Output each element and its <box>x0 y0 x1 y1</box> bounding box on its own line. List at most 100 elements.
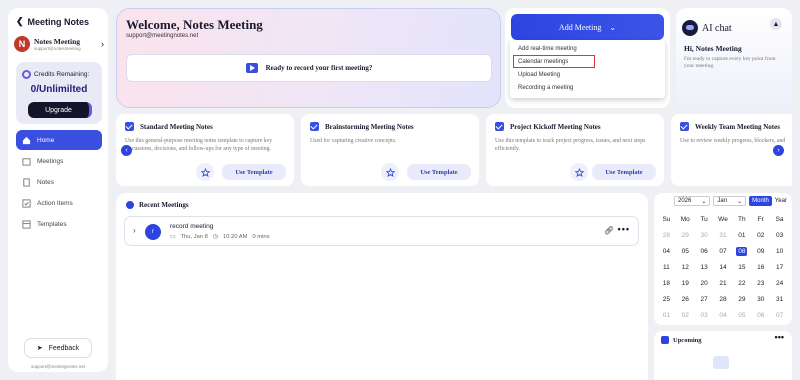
calendar-day[interactable]: 30 <box>695 228 714 242</box>
back-arrow-icon[interactable]: ❮ <box>16 16 24 27</box>
meeting-row[interactable]: › r record meeting ▭ Thu, Jan 8 ◷ 10:20 … <box>124 216 639 246</box>
use-template-button[interactable]: Use Template <box>222 164 286 180</box>
sidebar-nav: Home Meetings Notes Action Items Templat… <box>16 130 102 235</box>
user-email: support@notesmeeting <box>34 46 81 51</box>
calendar-day[interactable]: 04 <box>714 308 733 322</box>
sidebar-item-label: Meetings <box>37 157 64 165</box>
user-profile[interactable]: N Notes Meeting support@notesmeeting › <box>14 36 104 52</box>
year-view-button[interactable]: Year <box>772 196 790 206</box>
calendar-day[interactable]: 18 <box>657 276 676 290</box>
calendar-day[interactable]: 23 <box>751 276 770 290</box>
calendar-day[interactable]: 15 <box>732 260 751 274</box>
calendar-day[interactable]: 01 <box>657 308 676 322</box>
calendar-day[interactable]: 17 <box>770 260 789 274</box>
day-number: 19 <box>681 279 689 287</box>
ai-chat-title: AI chat <box>702 22 732 34</box>
star-icon[interactable] <box>196 163 214 181</box>
more-options-icon[interactable]: ••• <box>775 332 784 342</box>
more-options-icon[interactable]: ••• <box>618 224 630 234</box>
meeting-time: 10:20 AM <box>222 234 248 240</box>
link-icon[interactable]: 🔗︎ <box>604 226 614 235</box>
template-title: Brainstorming Meeting Notes <box>325 122 414 131</box>
use-template-button[interactable]: Use Template <box>407 164 471 180</box>
year-select[interactable]: 2026 ⌄ <box>674 196 711 206</box>
day-number: 03 <box>775 231 784 239</box>
calendar-day[interactable]: 09 <box>751 244 770 258</box>
day-number: 05 <box>681 247 689 255</box>
calendar-day[interactable]: 20 <box>695 276 714 290</box>
month-view-button[interactable]: Month <box>749 196 772 206</box>
upgrade-button[interactable]: Upgrade <box>28 102 92 118</box>
day-number: 15 <box>738 263 746 271</box>
add-meeting-button[interactable]: Add Meeting ⌄ <box>511 14 664 40</box>
template-title: Standard Meeting Notes <box>140 122 213 131</box>
chevron-down-icon: ⌄ <box>701 198 707 205</box>
sidebar-item-notes[interactable]: Notes <box>16 172 102 192</box>
calendar-day[interactable]: 28 <box>657 228 676 242</box>
welcome-banner: Welcome, Notes Meeting support@meetingno… <box>116 8 501 108</box>
calendar-day[interactable]: 03 <box>695 308 714 322</box>
calendar-day[interactable]: 03 <box>770 228 789 242</box>
star-icon[interactable] <box>570 163 588 181</box>
collapse-icon[interactable]: ▲ <box>770 18 782 30</box>
sidebar-item-label: Notes <box>37 178 54 186</box>
template-card: Standard Meeting Notes Use this general-… <box>116 114 294 186</box>
calendar-day[interactable]: 07 <box>770 308 789 322</box>
carousel-next-button[interactable]: › <box>773 145 784 156</box>
sidebar-item-home[interactable]: Home <box>16 130 102 150</box>
record-first-meeting-button[interactable]: Ready to record your first meeting? <box>126 54 492 82</box>
calendar-day[interactable]: 29 <box>676 228 695 242</box>
sidebar-item-meetings[interactable]: Meetings <box>16 151 102 171</box>
menu-item-add-real-time[interactable]: Add real-time meeting <box>510 42 665 55</box>
calendar-day[interactable]: 24 <box>770 276 789 290</box>
calendar-day-today[interactable]: 08 <box>732 244 751 258</box>
calendar-day[interactable]: 16 <box>751 260 770 274</box>
month-value: Jan <box>717 198 728 204</box>
calendar-day[interactable]: 07 <box>714 244 733 258</box>
calendar-day[interactable]: 31 <box>714 228 733 242</box>
calendar-day[interactable]: 13 <box>695 260 714 274</box>
calendar-day[interactable]: 11 <box>657 260 676 274</box>
calendar-day[interactable]: 26 <box>676 292 695 306</box>
feedback-button[interactable]: ➤ Feedback <box>24 338 92 358</box>
calendar-day[interactable]: 10 <box>770 244 789 258</box>
calendar-day[interactable]: 05 <box>676 244 695 258</box>
day-number: 06 <box>757 311 765 319</box>
calendar-day[interactable]: 21 <box>714 276 733 290</box>
template-desc: Use this general-purpose meeting notes t… <box>125 138 273 152</box>
menu-item-calendar-meetings[interactable]: Calendar meetings <box>513 55 595 68</box>
calendar-day[interactable]: 25 <box>657 292 676 306</box>
calendar-day[interactable]: 02 <box>751 228 770 242</box>
day-number: 06 <box>700 247 708 255</box>
calendar-day[interactable]: 01 <box>732 228 751 242</box>
weekday-header: Tu <box>700 215 708 223</box>
sidebar-item-action-items[interactable]: Action Items <box>16 193 102 213</box>
calendar-day[interactable]: 22 <box>732 276 751 290</box>
calendar-day[interactable]: 05 <box>732 308 751 322</box>
calendar-day[interactable]: 27 <box>695 292 714 306</box>
menu-item-recording[interactable]: Recording a meeting <box>510 81 665 94</box>
month-select[interactable]: Jan ⌄ <box>713 196 747 206</box>
home-icon <box>22 136 31 144</box>
calendar-day[interactable]: 31 <box>770 292 789 306</box>
calendar-day[interactable]: 06 <box>751 308 770 322</box>
use-template-button[interactable]: Use Template <box>592 164 656 180</box>
weekday-header: We <box>718 215 728 223</box>
calendar-day[interactable]: 04 <box>657 244 676 258</box>
star-icon[interactable] <box>381 163 399 181</box>
carousel-prev-button[interactable]: ‹ <box>121 145 132 156</box>
calendar-day[interactable]: 12 <box>676 260 695 274</box>
calendar-day[interactable]: 06 <box>695 244 714 258</box>
chevron-right-icon[interactable]: › <box>133 226 136 235</box>
template-desc: Use this template to track project progr… <box>495 138 646 152</box>
sidebar-item-templates[interactable]: Templates <box>16 214 102 234</box>
calendar-day[interactable]: 29 <box>732 292 751 306</box>
calendar-day[interactable]: 14 <box>714 260 733 274</box>
calendar-day[interactable]: 30 <box>751 292 770 306</box>
calendar-day[interactable]: 02 <box>676 308 695 322</box>
calendar-day[interactable]: 19 <box>676 276 695 290</box>
menu-item-upload-meeting[interactable]: Upload Meeting <box>510 68 665 81</box>
day-number: 11 <box>663 263 670 271</box>
empty-state-icon <box>713 356 729 369</box>
calendar-day[interactable]: 28 <box>714 292 733 306</box>
